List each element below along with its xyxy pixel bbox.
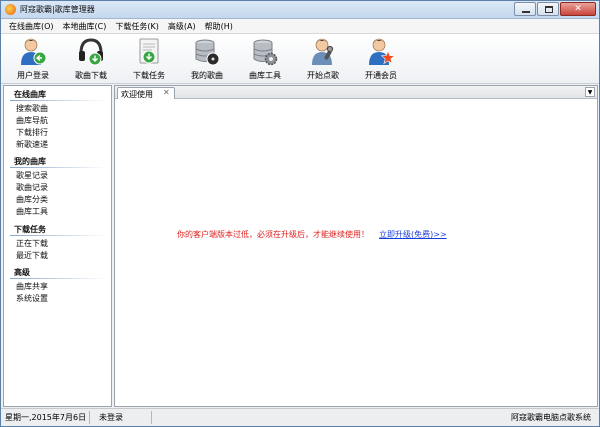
divider — [151, 411, 152, 424]
tab-strip: 欢迎使用 ✕ ▼ — [115, 86, 597, 99]
toolbar-label: 开通会员 — [365, 71, 397, 80]
status-bar: 星期一,2015年7月6日 未登录 阿寇歌霸电脑点歌系统 — [1, 408, 599, 426]
start-song-button[interactable]: 开始点歌 — [295, 36, 351, 82]
chevron-down-icon: ▼ — [587, 89, 593, 96]
status-product: 阿寇歌霸电脑点歌系统 — [511, 413, 591, 422]
tab-label: 欢迎使用 — [121, 90, 153, 99]
sidebar-item-library-tools[interactable]: 曲库工具 — [16, 206, 48, 217]
sidebar-item-song-records[interactable]: 歌曲记录 — [16, 182, 48, 193]
status-login: 未登录 — [99, 413, 123, 422]
menu-download-tasks[interactable]: 下载任务(K) — [111, 19, 164, 33]
sidebar-item-singer-records[interactable]: 歌星记录 — [16, 170, 48, 181]
tab-list-dropdown-button[interactable]: ▼ — [585, 87, 595, 97]
sidebar-item-new-songs[interactable]: 新歌速递 — [16, 139, 48, 150]
sidebar-item-downloading[interactable]: 正在下载 — [16, 238, 48, 249]
sidebar-item-library-categories[interactable]: 曲库分类 — [16, 194, 48, 205]
sidebar-item-recent-downloads[interactable]: 最近下载 — [16, 250, 48, 261]
database-gear-icon — [253, 39, 278, 66]
user-star-icon — [369, 38, 395, 65]
maximize-icon — [545, 6, 553, 13]
my-songs-button[interactable]: 我的歌曲 — [179, 36, 235, 82]
toolbar-label: 开始点歌 — [307, 71, 339, 80]
upgrade-link[interactable]: 立即升级(免费)>> — [379, 230, 447, 239]
toolbar-label: 曲库工具 — [249, 71, 281, 80]
sidebar-heading: 下载任务 — [14, 225, 46, 234]
tab-close-icon[interactable]: ✕ — [163, 88, 170, 97]
version-warning-text: 你的客户端版本过低，必须在升级后，才能继续使用！ — [177, 230, 369, 239]
user-login-icon — [21, 38, 47, 65]
download-task-button[interactable]: 下载任务 — [121, 36, 177, 82]
become-member-button[interactable]: 开通会员 — [353, 36, 409, 82]
song-download-button[interactable]: 歌曲下载 — [63, 36, 119, 82]
divider — [10, 235, 106, 236]
app-logo-icon — [5, 4, 16, 15]
singer-microphone-icon — [312, 38, 334, 65]
sidebar-item-download-ranking[interactable]: 下载排行 — [16, 127, 48, 138]
toolbar: 用户登录 歌曲下载 下载任务 我的歌曲 曲库工具 开始点歌 开通会员 — [1, 34, 599, 84]
status-date: 星期一,2015年7月6日 — [5, 413, 87, 422]
close-button[interactable]: ✕ — [560, 2, 596, 16]
sidebar-item-search-songs[interactable]: 搜索歌曲 — [16, 103, 48, 114]
sidebar-heading: 高级 — [14, 268, 30, 277]
toolbar-label: 下载任务 — [133, 71, 165, 80]
sidebar: 在线曲库 搜索歌曲 曲库导航 下载排行 新歌速递 我的曲库 歌星记录 歌曲记录 … — [3, 85, 112, 407]
divider — [10, 100, 106, 101]
sidebar-item-system-settings[interactable]: 系统设置 — [16, 293, 48, 304]
database-disc-icon — [195, 39, 220, 66]
toolbar-label: 我的歌曲 — [191, 71, 223, 80]
app-window: 阿寇歌霸|歌库管理器 ✕ 在线曲库(O) 本地曲库(C) 下载任务(K) 高级(… — [0, 0, 600, 427]
divider — [89, 411, 90, 424]
divider — [10, 167, 106, 168]
menu-help[interactable]: 帮助(H) — [201, 19, 238, 33]
content-panel: 欢迎使用 ✕ ▼ 你的客户端版本过低，必须在升级后，才能继续使用！ 立即升级(免费… — [114, 85, 598, 407]
library-tools-button[interactable]: 曲库工具 — [237, 36, 293, 82]
menu-local-library[interactable]: 本地曲库(C) — [59, 19, 112, 33]
sidebar-item-library-share[interactable]: 曲库共享 — [16, 281, 48, 292]
download-task-icon — [139, 38, 159, 64]
minimize-icon — [522, 11, 530, 13]
tab-welcome[interactable]: 欢迎使用 ✕ — [117, 87, 175, 99]
close-icon: ✕ — [574, 4, 582, 14]
toolbar-label: 用户登录 — [17, 71, 49, 80]
sidebar-heading: 我的曲库 — [14, 157, 46, 166]
sidebar-heading: 在线曲库 — [14, 90, 46, 99]
menu-advanced[interactable]: 高级(A) — [164, 19, 201, 33]
window-controls: ✕ — [514, 2, 596, 16]
headphones-download-icon — [79, 38, 103, 66]
window-title: 阿寇歌霸|歌库管理器 — [20, 5, 95, 14]
divider — [10, 278, 106, 279]
title-bar[interactable]: 阿寇歌霸|歌库管理器 ✕ — [1, 1, 599, 19]
user-login-button[interactable]: 用户登录 — [5, 36, 61, 82]
minimize-button[interactable] — [514, 2, 536, 16]
sidebar-item-library-nav[interactable]: 曲库导航 — [16, 115, 48, 126]
menu-bar: 在线曲库(O) 本地曲库(C) 下载任务(K) 高级(A) 帮助(H) — [1, 19, 599, 34]
maximize-button[interactable] — [537, 2, 559, 16]
upgrade-notice: 你的客户端版本过低，必须在升级后，才能继续使用！ 立即升级(免费)>> — [177, 229, 447, 240]
toolbar-label: 歌曲下载 — [75, 71, 107, 80]
menu-online-library[interactable]: 在线曲库(O) — [5, 19, 59, 33]
